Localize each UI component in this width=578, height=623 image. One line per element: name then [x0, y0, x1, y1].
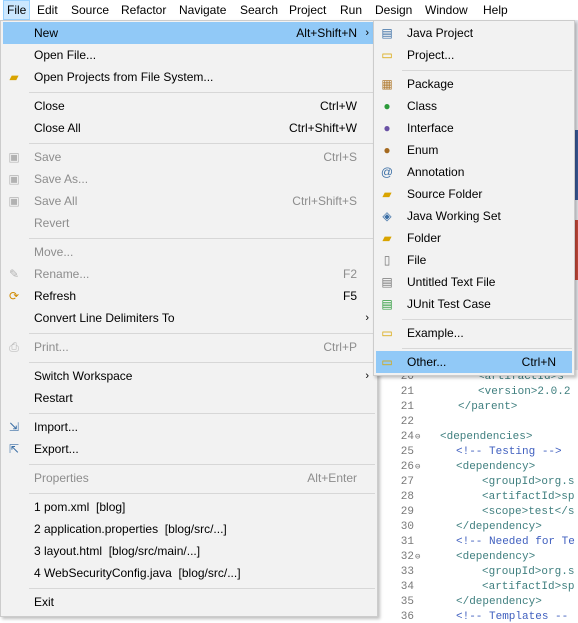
menu-item-properties[interactable]: Properties Alt+Enter [3, 467, 375, 489]
submenu-arrow-icon: › [365, 312, 369, 324]
menu-item-file[interactable]: ▯ File [376, 249, 572, 271]
new-submenu: ▤ Java Project ▭ Project... ▦ Package ● … [373, 20, 575, 376]
menu-item-save[interactable]: ▣ Save Ctrl+S [3, 146, 375, 168]
menu-item-annotation[interactable]: @ Annotation [376, 161, 572, 183]
menu-file[interactable]: File [3, 0, 31, 20]
menu-item-exit[interactable]: Exit [3, 591, 375, 613]
menu-edit[interactable]: Edit [37, 3, 58, 17]
source-folder-icon: ▰ [382, 187, 392, 201]
submenu-arrow-icon: › [365, 370, 369, 382]
menu-item-class[interactable]: ● Class [376, 95, 572, 117]
annotation-icon: @ [380, 165, 394, 179]
menu-separator [402, 70, 572, 71]
save-all-icon: ▣ [8, 194, 20, 208]
menu-separator [29, 238, 375, 239]
menu-item-enum[interactable]: ● Enum [376, 139, 572, 161]
menu-separator [402, 348, 572, 349]
recent-file-item[interactable]: 4 WebSecurityConfig.java [blog/src/...] [3, 562, 375, 584]
class-icon: ● [383, 99, 391, 113]
menu-item-junit-test-case[interactable]: ▤ JUnit Test Case [376, 293, 572, 315]
project-icon: ▭ [381, 48, 393, 62]
menu-item-open-projects[interactable]: ▰ Open Projects from File System... [3, 66, 375, 88]
enum-icon: ● [383, 143, 391, 157]
menu-run[interactable]: Run [340, 3, 362, 17]
fold-icon[interactable]: ⊖ [415, 460, 420, 475]
text-file-icon: ▤ [381, 275, 393, 289]
file-icon: ▯ [383, 253, 391, 267]
menu-separator [29, 143, 375, 144]
menu-separator [29, 413, 375, 414]
menu-item-project[interactable]: ▭ Project... [376, 44, 572, 66]
menu-separator [29, 362, 375, 363]
menu-separator [29, 464, 375, 465]
xml-editor[interactable]: 20 <artifactId>s 21 <version>2.0.2 21 </par… [378, 370, 578, 623]
menu-project[interactable]: Project [289, 3, 326, 17]
menu-item-import[interactable]: ⇲ Import... [3, 416, 375, 438]
package-icon: ▦ [381, 77, 393, 91]
menu-separator [29, 333, 375, 334]
refresh-icon: ⟳ [8, 289, 20, 303]
recent-file-item[interactable]: 2 application.properties [blog/src/...] [3, 518, 375, 540]
recent-file-item[interactable]: 1 pom.xml [blog] [3, 496, 375, 518]
java-project-icon: ▤ [381, 26, 393, 40]
file-menu: New Alt+Shift+N › Open File... ▰ Open Pr… [0, 20, 378, 617]
menu-help[interactable]: Help [483, 3, 508, 17]
submenu-arrow-icon: › [365, 27, 369, 39]
menu-item-untitled-text-file[interactable]: ▤ Untitled Text File [376, 271, 572, 293]
menu-window[interactable]: Window [425, 3, 468, 17]
rename-icon: ✎ [8, 267, 20, 281]
folder-icon: ▰ [382, 231, 392, 245]
menu-item-interface[interactable]: ● Interface [376, 117, 572, 139]
menu-item-restart[interactable]: Restart [3, 387, 375, 409]
menu-item-convert-line-delimiters[interactable]: Convert Line Delimiters To › [3, 307, 375, 329]
menu-item-open-file[interactable]: Open File... [3, 44, 375, 66]
menu-separator [29, 92, 375, 93]
menu-item-export[interactable]: ⇱ Export... [3, 438, 375, 460]
menu-separator [402, 319, 572, 320]
print-icon: ⎙ [9, 340, 19, 354]
menu-navigate[interactable]: Navigate [179, 3, 226, 17]
menu-design[interactable]: Design [375, 3, 412, 17]
menu-item-example[interactable]: ▭ Example... [376, 322, 572, 344]
folder-icon: ▰ [9, 70, 19, 84]
working-set-icon: ◈ [382, 209, 392, 223]
menu-refactor[interactable]: Refactor [121, 3, 166, 17]
menu-separator [29, 493, 375, 494]
export-icon: ⇱ [8, 442, 20, 456]
menu-item-save-as[interactable]: ▣ Save As... [3, 168, 375, 190]
menu-bar: File Edit Source Refactor Navigate Searc… [0, 0, 578, 21]
menu-item-java-working-set[interactable]: ◈ Java Working Set [376, 205, 572, 227]
junit-icon: ▤ [381, 297, 393, 311]
menu-item-folder[interactable]: ▰ Folder [376, 227, 572, 249]
menu-item-print[interactable]: ⎙ Print... Ctrl+P [3, 336, 375, 358]
menu-item-close[interactable]: Close Ctrl+W [3, 95, 375, 117]
menu-item-close-all[interactable]: Close All Ctrl+Shift+W [3, 117, 375, 139]
menu-item-java-project[interactable]: ▤ Java Project [376, 22, 572, 44]
fold-icon[interactable]: ⊖ [415, 550, 420, 565]
menu-separator [29, 588, 375, 589]
wizard-icon: ▭ [381, 355, 393, 369]
menu-item-new[interactable]: New Alt+Shift+N › [3, 22, 375, 44]
menu-item-package[interactable]: ▦ Package [376, 73, 572, 95]
import-icon: ⇲ [8, 420, 20, 434]
save-icon: ▣ [8, 150, 20, 164]
recent-file-item[interactable]: 3 layout.html [blog/src/main/...] [3, 540, 375, 562]
menu-search[interactable]: Search [240, 3, 278, 17]
menu-item-other[interactable]: ▭ Other... Ctrl+N [376, 351, 572, 373]
menu-item-rename[interactable]: ✎ Rename... F2 [3, 263, 375, 285]
menu-item-save-all[interactable]: ▣ Save All Ctrl+Shift+S [3, 190, 375, 212]
menu-item-revert[interactable]: Revert [3, 212, 375, 234]
menu-item-source-folder[interactable]: ▰ Source Folder [376, 183, 572, 205]
menu-item-refresh[interactable]: ⟳ Refresh F5 [3, 285, 375, 307]
fold-icon[interactable]: ⊖ [415, 430, 420, 445]
menu-source[interactable]: Source [71, 3, 109, 17]
example-icon: ▭ [381, 326, 393, 340]
menu-item-move[interactable]: Move... [3, 241, 375, 263]
interface-icon: ● [383, 121, 391, 135]
menu-item-switch-workspace[interactable]: Switch Workspace › [3, 365, 375, 387]
save-as-icon: ▣ [8, 172, 20, 186]
